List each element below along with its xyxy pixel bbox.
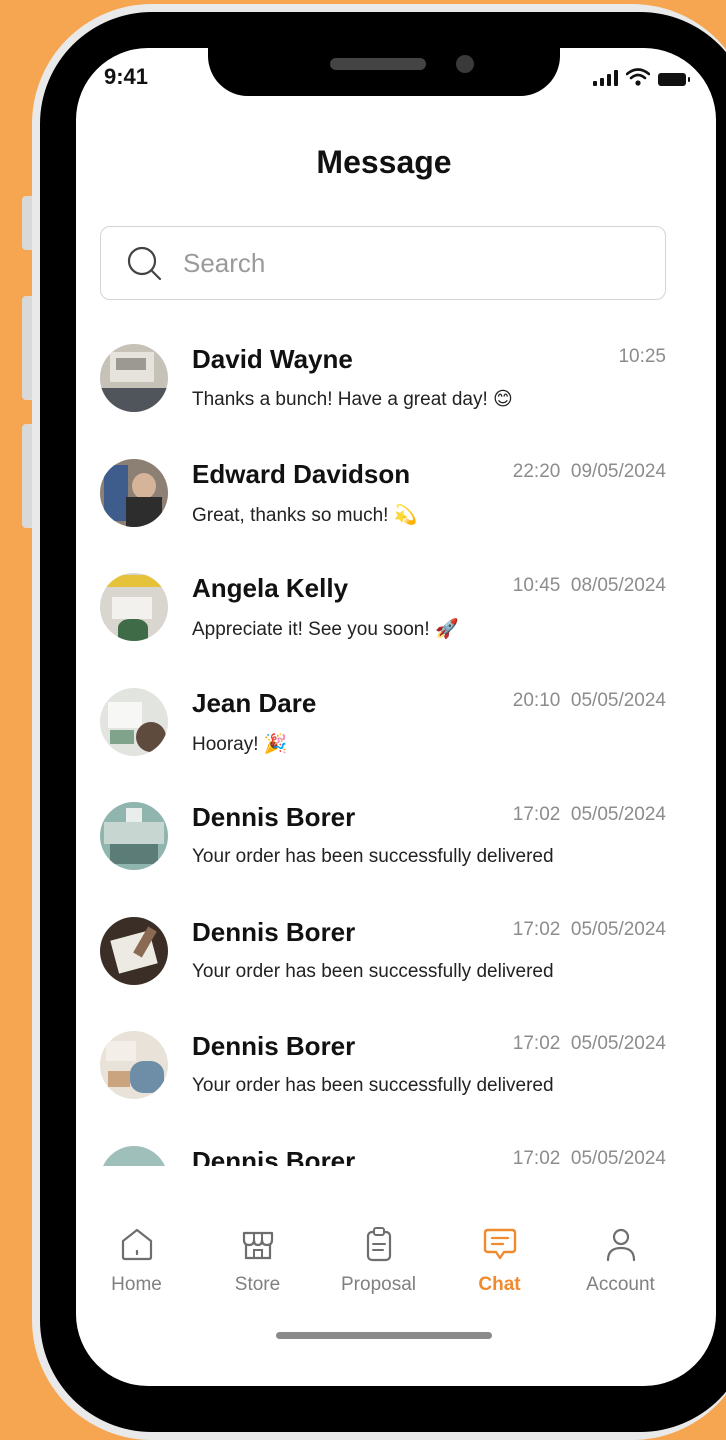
contact-name: David Wayne <box>192 344 353 374</box>
tab-store[interactable]: Store <box>197 1224 318 1314</box>
search-bar[interactable] <box>100 226 666 300</box>
store-icon <box>242 1231 273 1260</box>
emoji: 🎉 <box>263 732 288 755</box>
search-icon <box>127 246 162 281</box>
conversation-row[interactable]: Dennis Borer 17:02 05/05/2024 Your order… <box>76 901 716 1016</box>
conversation-row[interactable]: Angela Kelly 10:45 08/05/2024 Appreciate… <box>76 557 716 672</box>
tab-chat[interactable]: Chat <box>439 1224 560 1314</box>
avatar <box>100 1145 168 1166</box>
tab-label: Store <box>234 1274 281 1295</box>
search-input[interactable] <box>181 246 605 280</box>
conversation-row[interactable]: Dennis Borer 17:02 05/05/2024 Your order… <box>76 1015 716 1130</box>
conversation-row[interactable]: Jean Dare 20:10 05/05/2024 Hooray! 🎉 <box>76 672 716 787</box>
battery-icon <box>658 73 690 86</box>
clipboard-icon <box>366 1227 391 1262</box>
message-preview: Thanks a bunch! Have a great day! 😊 <box>192 388 513 410</box>
message-preview: Your order has been successfully deliver… <box>192 960 554 982</box>
conversation-row[interactable]: David Wayne 10:25 Thanks a bunch! Have a… <box>76 328 716 443</box>
message-timestamp: 20:10 05/05/2024 <box>512 689 666 711</box>
avatar <box>100 687 168 756</box>
tab-proposal[interactable]: Proposal <box>318 1224 439 1314</box>
contact-name: Dennis Borer <box>192 916 356 947</box>
home-indicator[interactable] <box>276 1332 492 1339</box>
message-timestamp: 10:45 08/05/2024 <box>512 575 666 596</box>
tab-label: Account <box>586 1274 655 1295</box>
phone-screen: 9:41 Message David Wayne 10:25 Tha <box>76 48 716 1386</box>
tab-home[interactable]: Home <box>76 1224 197 1314</box>
user-icon <box>606 1228 635 1262</box>
message-timestamp: 17:02 05/05/2024 <box>512 1147 666 1167</box>
tab-label: Chat <box>478 1274 521 1295</box>
wifi-icon <box>626 68 650 86</box>
tab-label: Home <box>111 1274 162 1295</box>
page-title: Message <box>316 144 452 180</box>
speaker <box>330 58 426 70</box>
status-time: 9:41 <box>104 64 149 89</box>
message-timestamp: 17:02 05/05/2024 <box>512 1033 666 1054</box>
emoji: 💫 <box>393 503 418 526</box>
message-preview: Appreciate it! See you soon! 🚀 <box>192 618 459 640</box>
contact-name: Dennis Borer <box>192 1145 356 1167</box>
tab-account[interactable]: Account <box>560 1224 681 1314</box>
message-preview: Your order has been successfully deliver… <box>192 846 554 867</box>
avatar <box>100 344 168 412</box>
emoji: 😊 <box>493 388 513 410</box>
message-timestamp: 10:25 <box>618 346 666 367</box>
avatar <box>100 802 168 870</box>
contact-name: Dennis Borer <box>192 1031 356 1061</box>
message-timestamp: 17:02 05/05/2024 <box>512 918 666 940</box>
message-timestamp: 22:20 09/05/2024 <box>512 460 666 482</box>
message-preview: Great, thanks so much! 💫 <box>192 503 418 526</box>
emoji: 🚀 <box>434 618 459 640</box>
home-icon <box>121 1228 152 1261</box>
conversation-row[interactable]: Dennis Borer 17:02 05/05/2024 Your order… <box>76 786 716 901</box>
conversation-row[interactable]: Edward Davidson 22:20 09/05/2024 Great, … <box>76 443 716 558</box>
avatar <box>100 573 168 641</box>
avatar <box>100 916 168 985</box>
contact-name: Edward Davidson <box>192 458 411 489</box>
signal-icon <box>593 70 618 86</box>
tab-bar: Home Store Proposal Chat Account <box>76 1224 716 1314</box>
message-timestamp: 17:02 05/05/2024 <box>512 804 666 825</box>
message-preview: Hooray! 🎉 <box>192 732 288 755</box>
notch <box>208 48 560 96</box>
avatar <box>100 458 168 527</box>
message-preview: Your order has been successfully deliver… <box>192 1075 554 1096</box>
status-icons <box>593 68 690 86</box>
contact-name: Jean Dare <box>192 687 317 718</box>
conversation-row[interactable]: Dennis Borer 17:02 05/05/2024 <box>76 1130 716 1167</box>
contact-name: Dennis Borer <box>192 802 356 832</box>
avatar <box>100 1031 168 1099</box>
tab-label: Proposal <box>341 1274 416 1295</box>
front-camera <box>456 55 474 73</box>
contact-name: Angela Kelly <box>192 573 349 603</box>
conversation-list[interactable]: David Wayne 10:25 Thanks a bunch! Have a… <box>76 328 716 1166</box>
chat-icon <box>483 1228 516 1260</box>
